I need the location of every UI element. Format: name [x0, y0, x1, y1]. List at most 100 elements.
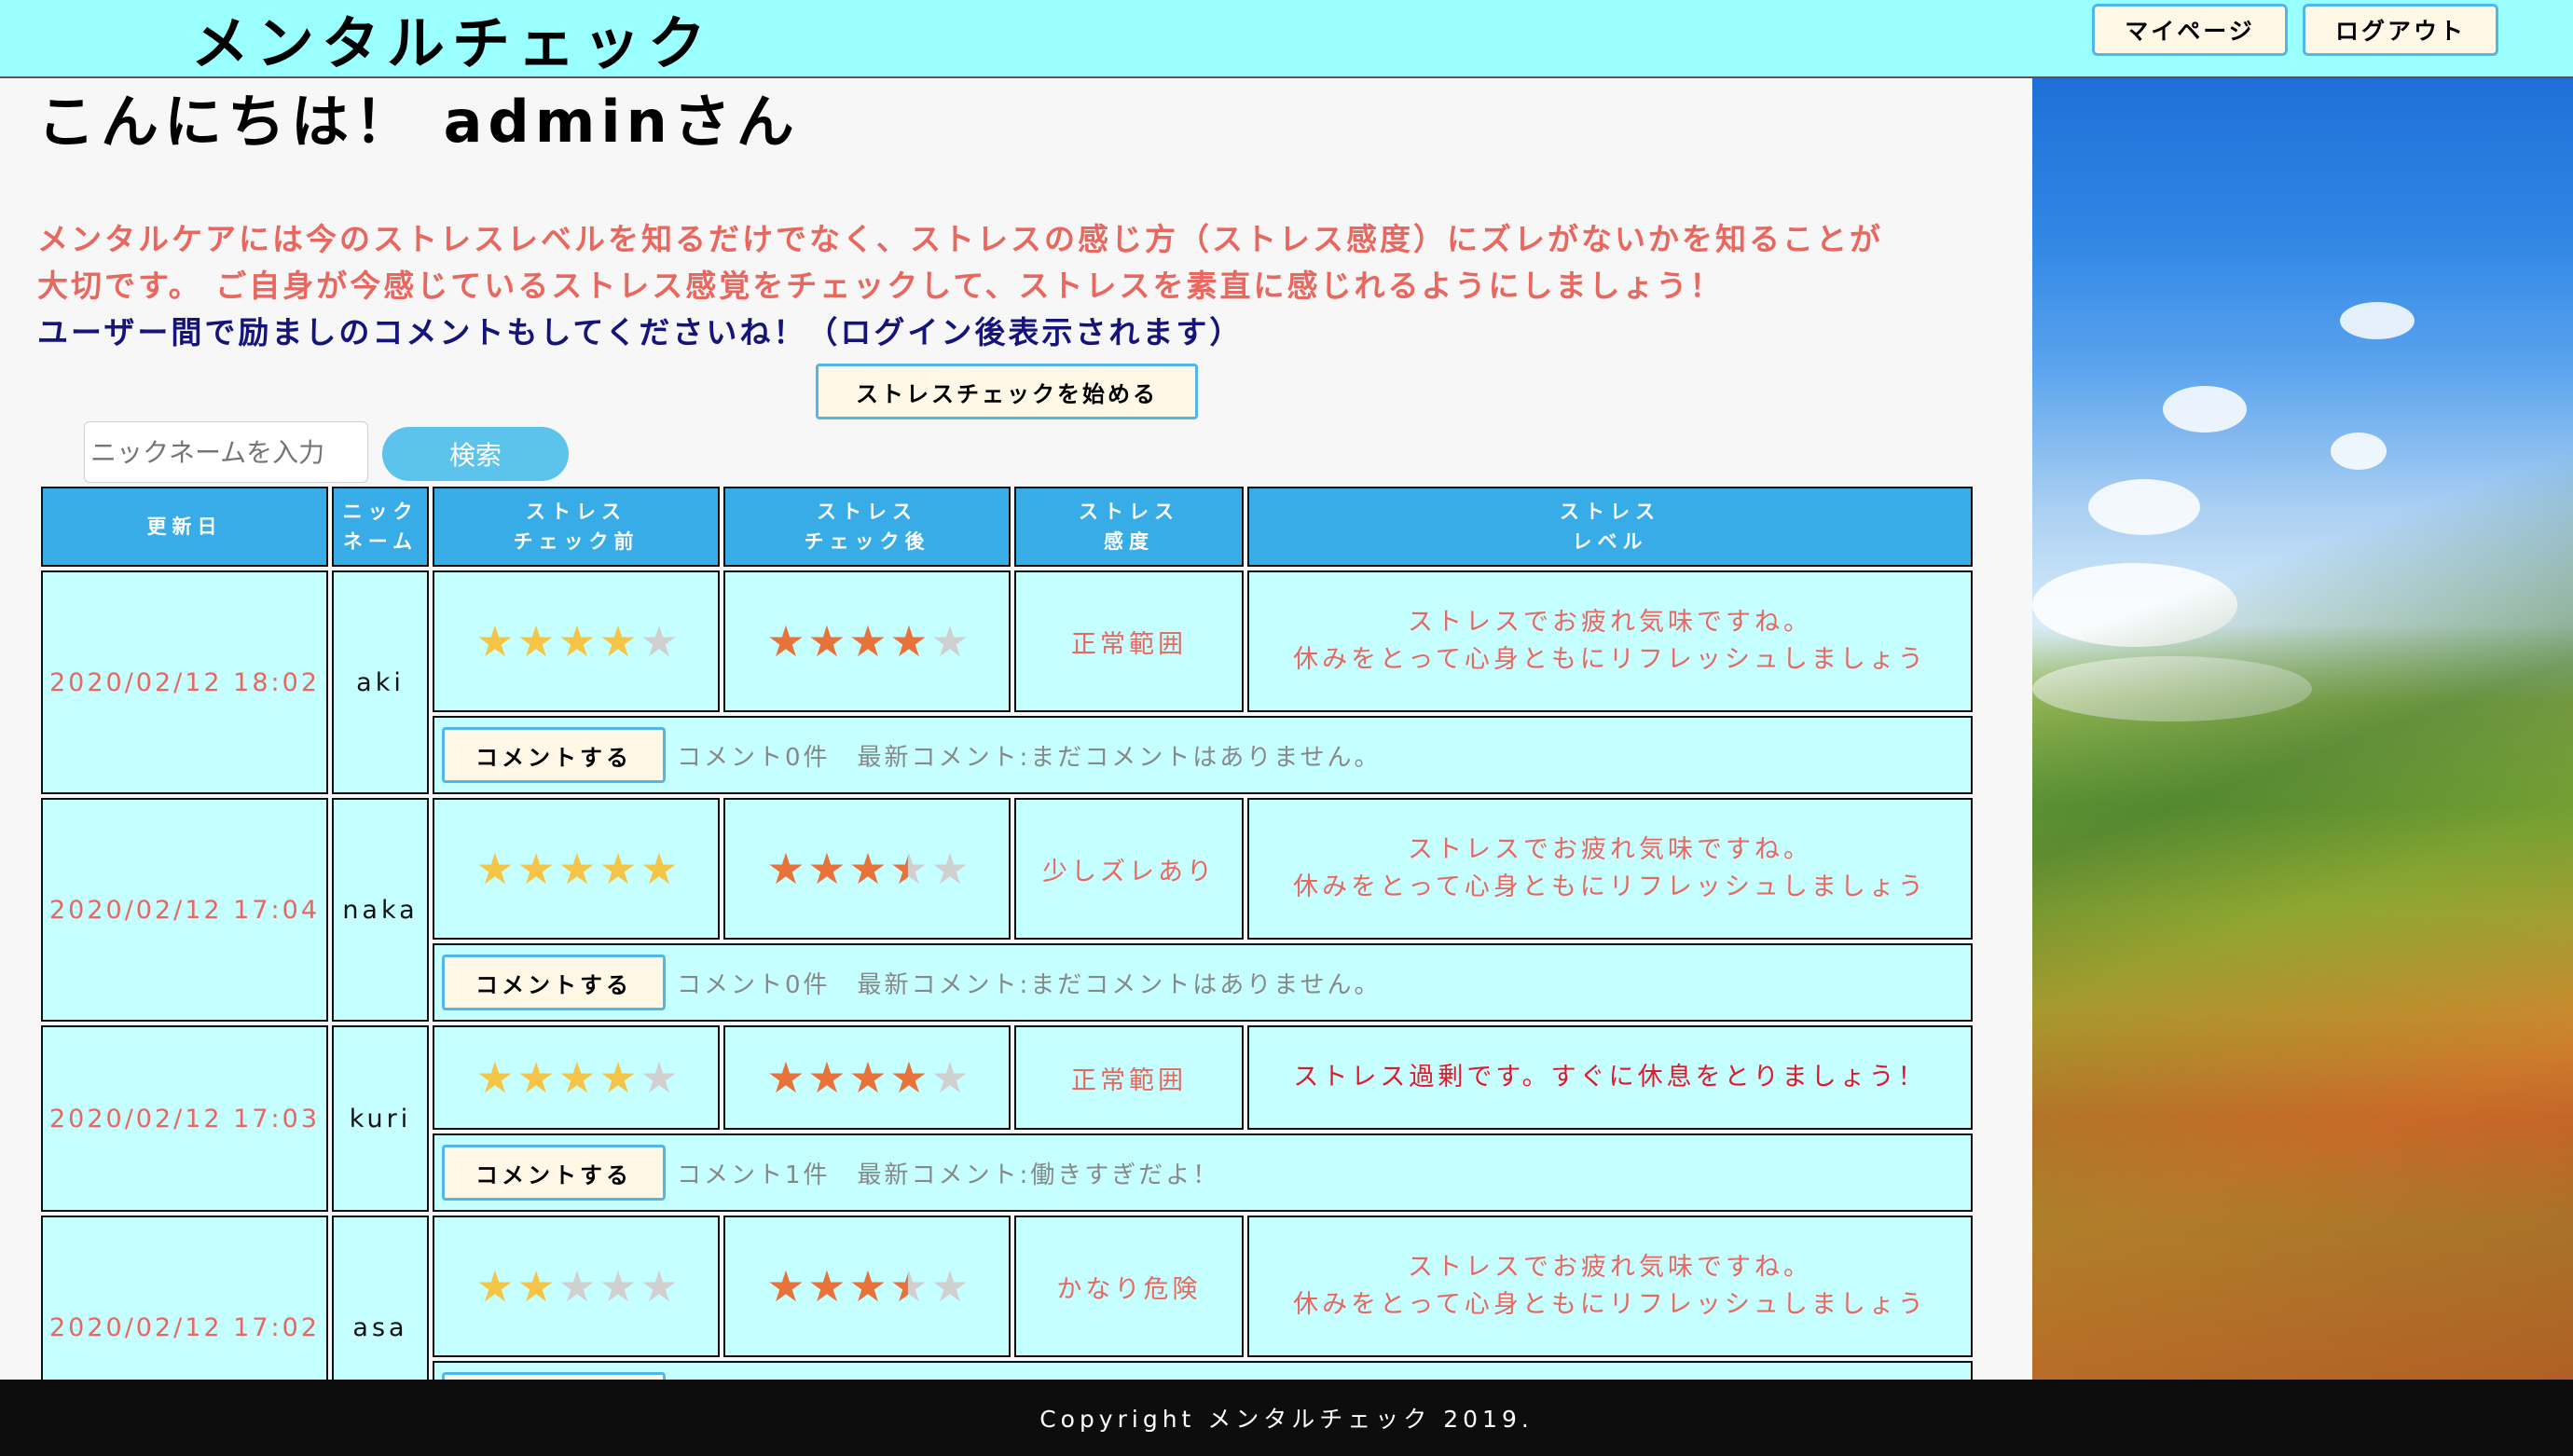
row-stress-level: ストレス過剰です。すぐに休息をとりましょう！ [1247, 1025, 1973, 1130]
star-icon: ★ [766, 844, 805, 894]
header-before-line2: チェック前 [513, 530, 640, 553]
row-nickname: naka [332, 798, 429, 1022]
header-nickname-line2: ネーム [342, 530, 419, 553]
star-icon: ★ [475, 844, 514, 894]
star-icon: ★ [848, 1261, 887, 1312]
top-header: メンタルチェック マイページ ログアウト [0, 0, 2573, 78]
star-icon: ★ [889, 616, 928, 666]
row-comment: コメントする コメント1件 最新コメント:働きすぎだよ！ [433, 1133, 1973, 1212]
row-nickname: kuri [332, 1025, 429, 1212]
row-stress-level: ストレスでお疲れ気味ですね。 休みをとって心身ともにリフレッシュしましょう [1247, 798, 1973, 940]
star-icon: ★ [848, 844, 887, 894]
nickname-search-input[interactable] [84, 421, 368, 483]
star-icon: ★ [766, 616, 805, 666]
row-comment: コメントする コメント0件 最新コメント:まだコメントはありません。 [433, 943, 1973, 1022]
after-stars: ★ ★ ★ ★ ★ [764, 1261, 970, 1312]
star-icon: ★ [557, 844, 596, 894]
header-after: ストレス チェック後 [723, 487, 1011, 567]
after-stars: ★ ★ ★ ★ ★ [764, 1052, 970, 1103]
header-sensitivity: ストレス 感度 [1014, 487, 1244, 567]
header-after-line2: チェック後 [804, 530, 930, 553]
star-icon: ★ [640, 616, 678, 666]
header-level-line2: レベル [1572, 530, 1648, 553]
star-icon: ★ [599, 1261, 637, 1312]
row-before-rating: ★ ★ ★ ★ ★ [433, 1025, 720, 1130]
row-after-rating: ★ ★ ★ ★ ★ [723, 1216, 1011, 1357]
mypage-button[interactable]: マイページ [2092, 4, 2288, 56]
row-before-rating: ★ ★ ★ ★ ★ [433, 798, 720, 940]
header-level-line1: ストレス [1560, 501, 1660, 523]
row-sensitivity: 少しズレあり [1014, 798, 1244, 940]
star-icon: ★ [475, 1052, 514, 1103]
star-icon: ★ [807, 1261, 846, 1312]
star-icon: ★ [516, 1261, 555, 1312]
row-date: 2020/02/12 18:02 [41, 570, 328, 794]
search-button[interactable]: 検索 [382, 427, 569, 481]
intro-line-2: 大切です。 ご自身が今感じているストレス感覚をチェックして、ストレスを素直に感じ… [37, 268, 1724, 304]
row-date-text: 2020/02/12 17:03 [48, 1104, 320, 1133]
row-after-rating: ★ ★ ★ ★ ★ [723, 1025, 1011, 1130]
row-before-rating: ★ ★ ★ ★ ★ [433, 570, 720, 712]
after-stars: ★ ★ ★ ★ ★ [764, 844, 970, 894]
star-icon: ★ [557, 616, 596, 666]
star-icon: ★ [766, 1261, 805, 1312]
row-level-line1: ストレス過剰です。すぐに休息をとりましょう！ [1293, 1063, 1927, 1092]
star-icon: ★ [848, 1052, 887, 1103]
row-nickname-text: kuri [349, 1104, 412, 1133]
star-icon: ★ [640, 1261, 678, 1312]
star-icon: ★ [557, 1052, 596, 1103]
comment-button[interactable]: コメントする [442, 727, 666, 783]
star-icon: ★ [599, 844, 637, 894]
row-date: 2020/02/12 17:04 [41, 798, 328, 1022]
star-icon: ★ [807, 1052, 846, 1103]
header-sensitivity-line2: 感度 [1104, 530, 1154, 553]
before-stars: ★ ★ ★ ★ ★ [474, 1261, 679, 1312]
star-icon: ★ [599, 1052, 637, 1103]
header-date: 更新日 [41, 487, 328, 567]
star-icon: ★ [516, 616, 555, 666]
comment-summary: コメント0件 最新コメント:まだコメントはありません。 [677, 970, 1382, 999]
row-date-text: 2020/02/12 18:02 [48, 667, 320, 697]
star-icon: ★ [516, 844, 555, 894]
row-sensitivity-text: 少しズレあり [1042, 857, 1216, 886]
row-sensitivity-text: 正常範囲 [1071, 629, 1187, 659]
row-after-rating: ★ ★ ★ ★ ★ [723, 798, 1011, 940]
row-level-line1: ストレスでお疲れ気味ですね。 [1408, 835, 1812, 864]
header-before-line1: ストレス [526, 501, 626, 523]
before-stars: ★ ★ ★ ★ ★ [474, 1052, 679, 1103]
logout-button[interactable]: ログアウト [2303, 4, 2498, 56]
row-nickname: aki [332, 570, 429, 794]
header-after-line1: ストレス [817, 501, 917, 523]
comment-button[interactable]: コメントする [442, 1145, 666, 1201]
row-level-line2: 休みをとって心身ともにリフレッシュしましょう [1293, 645, 1927, 674]
star-icon: ★ [887, 1261, 929, 1312]
header-date-label: 更新日 [146, 515, 223, 538]
star-icon: ★ [887, 844, 929, 894]
header-before: ストレス チェック前 [433, 487, 720, 567]
star-icon: ★ [848, 616, 887, 666]
comment-button[interactable]: コメントする [442, 955, 666, 1010]
star-icon: ★ [557, 1261, 596, 1312]
row-sensitivity-text: かなり危険 [1056, 1274, 1202, 1304]
row-sensitivity: かなり危険 [1014, 1216, 1244, 1357]
row-date: 2020/02/12 17:03 [41, 1025, 328, 1212]
row-level-line1: ストレスでお疲れ気味ですね。 [1408, 608, 1812, 637]
star-icon: ★ [930, 844, 969, 894]
star-icon: ★ [889, 1052, 928, 1103]
header-nickname: ニック ネーム [332, 487, 429, 567]
intro-line-3: ユーザー間で励ましのコメントもしてくださいね！（ログイン後表示されます） [37, 314, 1244, 350]
star-icon: ★ [516, 1052, 555, 1103]
row-after-rating: ★ ★ ★ ★ ★ [723, 570, 1011, 712]
row-before-rating: ★ ★ ★ ★ ★ [433, 1216, 720, 1357]
site-logo[interactable]: メンタルチェック [191, 0, 713, 80]
comment-summary: コメント1件 最新コメント:働きすぎだよ！ [677, 1161, 1220, 1189]
star-icon: ★ [766, 1052, 805, 1103]
star-icon: ★ [807, 844, 846, 894]
star-icon: ★ [930, 1052, 969, 1103]
header-level: ストレス レベル [1247, 487, 1973, 567]
star-icon: ★ [930, 616, 969, 666]
star-icon: ★ [475, 616, 514, 666]
star-icon: ★ [475, 1261, 514, 1312]
row-nickname-text: asa [352, 1312, 408, 1342]
start-check-button[interactable]: ストレスチェックを始める [816, 364, 1198, 419]
